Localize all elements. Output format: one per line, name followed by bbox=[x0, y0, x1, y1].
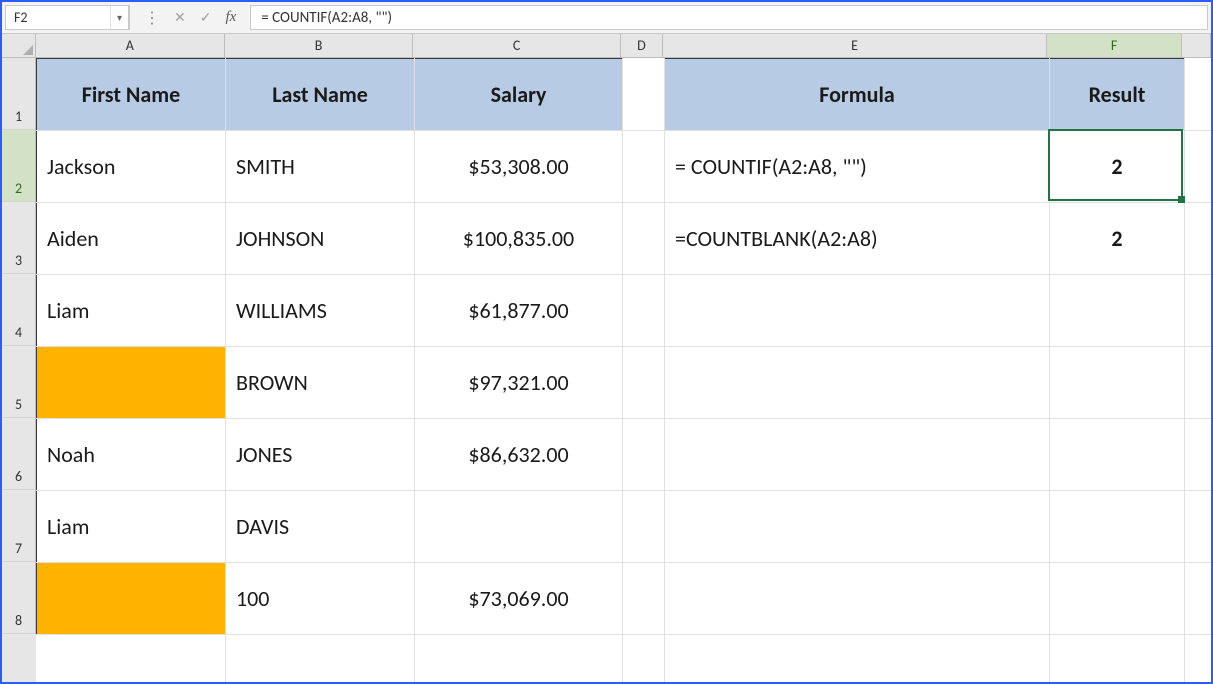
cell-last-name[interactable]: JOHNSON bbox=[226, 203, 415, 275]
column-header-F[interactable]: F bbox=[1047, 34, 1182, 58]
row-headers: 12345678 bbox=[2, 58, 36, 682]
cell-last-name[interactable]: SMITH bbox=[226, 131, 415, 203]
col-header-result[interactable]: Result bbox=[1050, 59, 1185, 131]
enter-icon[interactable]: ✓ bbox=[200, 9, 212, 26]
formula-input-text: = COUNTIF(A2:A8, "") bbox=[261, 9, 392, 27]
cell-result[interactable]: 2 bbox=[1050, 203, 1185, 275]
cell-first-name[interactable] bbox=[37, 563, 226, 635]
cell-last-name[interactable]: WILLIAMS bbox=[226, 275, 415, 347]
cell-salary[interactable] bbox=[415, 491, 623, 563]
table-row: LiamWILLIAMS$61,877.00 bbox=[37, 275, 623, 347]
table-row: BROWN$97,321.00 bbox=[37, 347, 623, 419]
column-header-C[interactable]: C bbox=[413, 34, 621, 58]
col-header-salary[interactable]: Salary bbox=[415, 59, 623, 131]
cell-first-name[interactable]: Noah bbox=[37, 419, 226, 491]
formula-input[interactable]: = COUNTIF(A2:A8, "") bbox=[250, 5, 1208, 30]
formula-bar-buttons: ⋮ ✕ ✓ fx bbox=[130, 2, 250, 33]
table-row: JacksonSMITH$53,308.00 bbox=[37, 131, 623, 203]
table-row: =COUNTBLANK(A2:A8)2 bbox=[665, 203, 1185, 275]
table-header-row: First Name Last Name Salary bbox=[37, 59, 623, 131]
cell-salary[interactable]: $97,321.00 bbox=[415, 347, 623, 419]
column-header-E[interactable]: E bbox=[663, 34, 1047, 58]
cell-first-name[interactable] bbox=[37, 347, 226, 419]
table-header-row: Formula Result bbox=[665, 59, 1185, 131]
row-header-6[interactable]: 6 bbox=[2, 418, 36, 490]
row-header-2[interactable]: 2 bbox=[2, 130, 36, 202]
cell-salary[interactable]: $61,877.00 bbox=[415, 275, 623, 347]
row-header-3[interactable]: 3 bbox=[2, 202, 36, 274]
table-row: = COUNTIF(A2:A8, "")2 bbox=[665, 131, 1185, 203]
select-all-corner[interactable] bbox=[2, 34, 36, 58]
cell-last-name[interactable]: DAVIS bbox=[226, 491, 415, 563]
column-header-B[interactable]: B bbox=[225, 34, 414, 58]
grid[interactable]: ABCDEF 12345678 First Name Last Name Sal… bbox=[2, 34, 1211, 682]
name-box-value: F2 bbox=[6, 9, 110, 26]
formula-bar: F2 ▾ ⋮ ✕ ✓ fx = COUNTIF(A2:A8, "") bbox=[2, 2, 1211, 34]
cell-formula[interactable]: =COUNTBLANK(A2:A8) bbox=[665, 203, 1050, 275]
row-header-7[interactable]: 7 bbox=[2, 490, 36, 562]
cell-salary[interactable]: $73,069.00 bbox=[415, 563, 623, 635]
cancel-icon[interactable]: ✕ bbox=[174, 9, 186, 26]
formulas-table: Formula Result = COUNTIF(A2:A8, "")2=COU… bbox=[664, 58, 1185, 275]
cell-salary[interactable]: $53,308.00 bbox=[415, 131, 623, 203]
row-header-5[interactable]: 5 bbox=[2, 346, 36, 418]
cell-last-name[interactable]: BROWN bbox=[226, 347, 415, 419]
table-row: 100$73,069.00 bbox=[37, 563, 623, 635]
column-header-A[interactable]: A bbox=[36, 34, 225, 58]
spreadsheet-window: F2 ▾ ⋮ ✕ ✓ fx = COUNTIF(A2:A8, "") ABCDE… bbox=[0, 0, 1213, 684]
cell-first-name[interactable]: Aiden bbox=[37, 203, 226, 275]
cell-last-name[interactable]: 100 bbox=[226, 563, 415, 635]
more-icon[interactable]: ⋮ bbox=[144, 8, 160, 28]
col-header-first-name[interactable]: First Name bbox=[37, 59, 226, 131]
name-box-dropdown-icon[interactable]: ▾ bbox=[110, 6, 128, 29]
col-header-last-name[interactable]: Last Name bbox=[226, 59, 415, 131]
cell-result[interactable]: 2 bbox=[1050, 131, 1185, 203]
cell-formula[interactable]: = COUNTIF(A2:A8, "") bbox=[665, 131, 1050, 203]
cell-first-name[interactable]: Liam bbox=[37, 491, 226, 563]
cell-salary[interactable]: $86,632.00 bbox=[415, 419, 623, 491]
cells-area[interactable]: First Name Last Name Salary JacksonSMITH… bbox=[36, 58, 1211, 682]
cell-salary[interactable]: $100,835.00 bbox=[415, 203, 623, 275]
table-row: NoahJONES$86,632.00 bbox=[37, 419, 623, 491]
cell-first-name[interactable]: Liam bbox=[37, 275, 226, 347]
fx-icon[interactable]: fx bbox=[225, 9, 236, 26]
column-header-D[interactable]: D bbox=[621, 34, 663, 58]
name-box[interactable]: F2 ▾ bbox=[5, 5, 129, 30]
row-header-8[interactable]: 8 bbox=[2, 562, 36, 634]
table-row: LiamDAVIS bbox=[37, 491, 623, 563]
table-row: AidenJOHNSON$100,835.00 bbox=[37, 203, 623, 275]
column-headers: ABCDEF bbox=[36, 34, 1211, 58]
cell-last-name[interactable]: JONES bbox=[226, 419, 415, 491]
cell-first-name[interactable]: Jackson bbox=[37, 131, 226, 203]
row-header-4[interactable]: 4 bbox=[2, 274, 36, 346]
row-header-1[interactable]: 1 bbox=[2, 58, 36, 130]
col-header-formula[interactable]: Formula bbox=[665, 59, 1050, 131]
column-header-blank bbox=[1182, 34, 1211, 58]
